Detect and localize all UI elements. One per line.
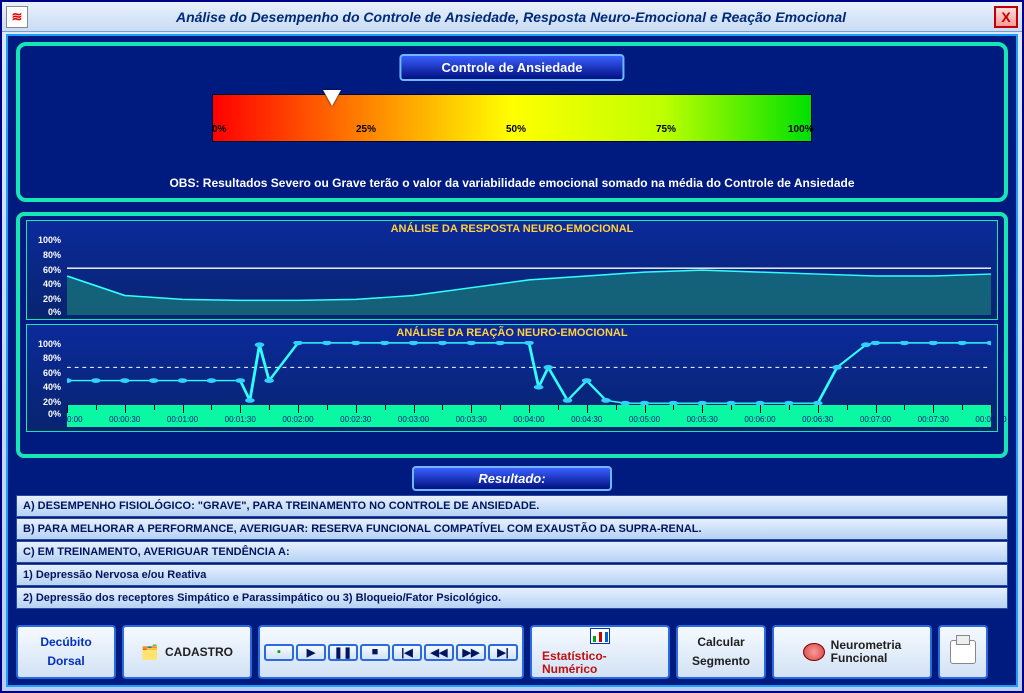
chart-icon (590, 628, 610, 644)
app-icon: ≋ (6, 6, 28, 28)
print-button[interactable] (938, 625, 988, 679)
decubito-l2: Dorsal (47, 655, 84, 668)
brain-icon (803, 643, 825, 661)
xtick: 00:02:00 (282, 415, 313, 424)
ytick: 80% (43, 250, 61, 260)
resultado-panel: Resultado: A) DESEMPENHO FISIOLÓGICO: "G… (16, 466, 1008, 610)
anxiety-panel-header: Controle de Ansiedade (399, 54, 624, 81)
xtick: 00:07:30 (918, 415, 949, 424)
calc-l1: Calcular (697, 636, 744, 649)
printer-icon (950, 640, 976, 664)
register-icon: 🗂️ (141, 643, 159, 661)
xtick: 00:00:30 (109, 415, 140, 424)
neurometria-button[interactable]: Neurometria Funcional (772, 625, 932, 679)
xtick: 00:07:00 (860, 415, 891, 424)
media-rewind-button[interactable]: ◀◀ (424, 644, 454, 661)
tick-100: 100% (788, 124, 814, 135)
tick-25: 25% (356, 124, 376, 135)
chart-neuro-reaction: ANÁLISE DA REAÇÃO NEURO-EMOCIONAL 100% 8… (26, 324, 998, 432)
ytick: 40% (43, 279, 61, 289)
chart-a-title: ANÁLISE DA RESPOSTA NEURO-EMOCIONAL (27, 223, 997, 235)
media-play-button[interactable]: ▪ (264, 644, 294, 661)
anxiety-obs-text: OBS: Resultados Severo ou Grave terão o … (20, 176, 1004, 190)
chart-b-title: ANÁLISE DA REAÇÃO NEURO-EMOCIONAL (27, 327, 997, 339)
result-row: 2) Depressão dos receptores Simpático e … (16, 587, 1008, 609)
xtick: 00:06:30 (802, 415, 833, 424)
calcular-segmento-button[interactable]: Calcular Segmento (676, 625, 766, 679)
media-controls: ▪ ▶ ❚❚ ■ |◀ ◀◀ ▶▶ ▶| (258, 625, 524, 679)
media-last-button[interactable]: ▶| (488, 644, 518, 661)
gradient-tick-labels: 0% 25% 50% 75% 100% (212, 124, 812, 144)
result-row: B) PARA MELHORAR A PERFORMANCE, AVERIGUA… (16, 518, 1008, 540)
chart-b-xaxis: 00:00:0000:00:3000:01:0000:01:3000:02:00… (67, 405, 991, 427)
estat-label: Estatístico-Numérico (542, 650, 658, 676)
tick-50: 50% (506, 124, 526, 135)
xtick: 00:05:30 (687, 415, 718, 424)
cadastro-label: CADASTRO (165, 645, 233, 659)
xtick: 00:04:30 (571, 415, 602, 424)
anxiety-marker-icon (323, 90, 341, 106)
charts-panel: ANÁLISE DA RESPOSTA NEURO-EMOCIONAL 100%… (16, 212, 1008, 458)
chart-neuro-response: ANÁLISE DA RESPOSTA NEURO-EMOCIONAL 100%… (26, 220, 998, 320)
media-first-button[interactable]: |◀ (392, 644, 422, 661)
body-area: Controle de Ansiedade 0% 25% 50% 75% 100… (6, 34, 1018, 687)
chart-a-yaxis: 100% 80% 60% 40% 20% 0% (29, 235, 63, 317)
estatistico-button[interactable]: Estatístico-Numérico (530, 625, 670, 679)
xtick: 00:00:00 (51, 415, 82, 424)
result-row: 1) Depressão Nervosa e/ou Reativa (16, 564, 1008, 586)
xtick: 00:01:00 (167, 415, 198, 424)
result-row: A) DESEMPENHO FISIOLÓGICO: "GRAVE", PARA… (16, 495, 1008, 517)
xtick: 00:08:00 (975, 415, 1006, 424)
page-title: Análise do Desempenho do Controle de Ans… (28, 9, 994, 25)
app-window: ≋ Análise do Desempenho do Controle de A… (0, 0, 1024, 693)
tick-0: 0% (212, 124, 226, 135)
xtick: 00:01:30 (225, 415, 256, 424)
chart-b-plot (67, 341, 991, 407)
xtick: 00:02:30 (340, 415, 371, 424)
anxiety-control-panel: Controle de Ansiedade 0% 25% 50% 75% 100… (16, 42, 1008, 202)
ytick: 60% (43, 265, 61, 275)
ytick: 0% (48, 307, 61, 317)
ytick: 20% (43, 294, 61, 304)
ytick: 40% (43, 382, 61, 392)
ytick: 80% (43, 353, 61, 363)
media-forward-button[interactable]: ▶▶ (456, 644, 486, 661)
ytick: 20% (43, 397, 61, 407)
title-bar: ≋ Análise do Desempenho do Controle de A… (2, 2, 1022, 32)
close-button[interactable]: X (994, 6, 1018, 28)
chart-a-plot (67, 237, 991, 315)
ytick: 100% (38, 235, 61, 245)
resultado-header: Resultado: (412, 466, 612, 491)
xtick: 00:04:00 (513, 415, 544, 424)
media-stop-button[interactable]: ■ (360, 644, 390, 661)
xtick: 00:03:30 (456, 415, 487, 424)
calc-l2: Segmento (692, 655, 750, 668)
tick-75: 75% (656, 124, 676, 135)
xtick: 00:05:00 (629, 415, 660, 424)
bottom-toolbar: Decúbito Dorsal 🗂️ CADASTRO ▪ ▶ ❚❚ ■ |◀ … (16, 625, 1008, 679)
neuro-l2: Funcional (831, 652, 902, 665)
decubito-button[interactable]: Decúbito Dorsal (16, 625, 116, 679)
ytick: 60% (43, 368, 61, 378)
decubito-l1: Decúbito (40, 636, 91, 649)
cadastro-button[interactable]: 🗂️ CADASTRO (122, 625, 252, 679)
media-pause-button[interactable]: ❚❚ (328, 644, 358, 661)
media-next-button[interactable]: ▶ (296, 644, 326, 661)
result-row: C) EM TREINAMENTO, AVERIGUAR TENDÊNCIA A… (16, 541, 1008, 563)
xtick: 00:06:00 (744, 415, 775, 424)
ytick: 100% (38, 339, 61, 349)
xtick: 00:03:00 (398, 415, 429, 424)
